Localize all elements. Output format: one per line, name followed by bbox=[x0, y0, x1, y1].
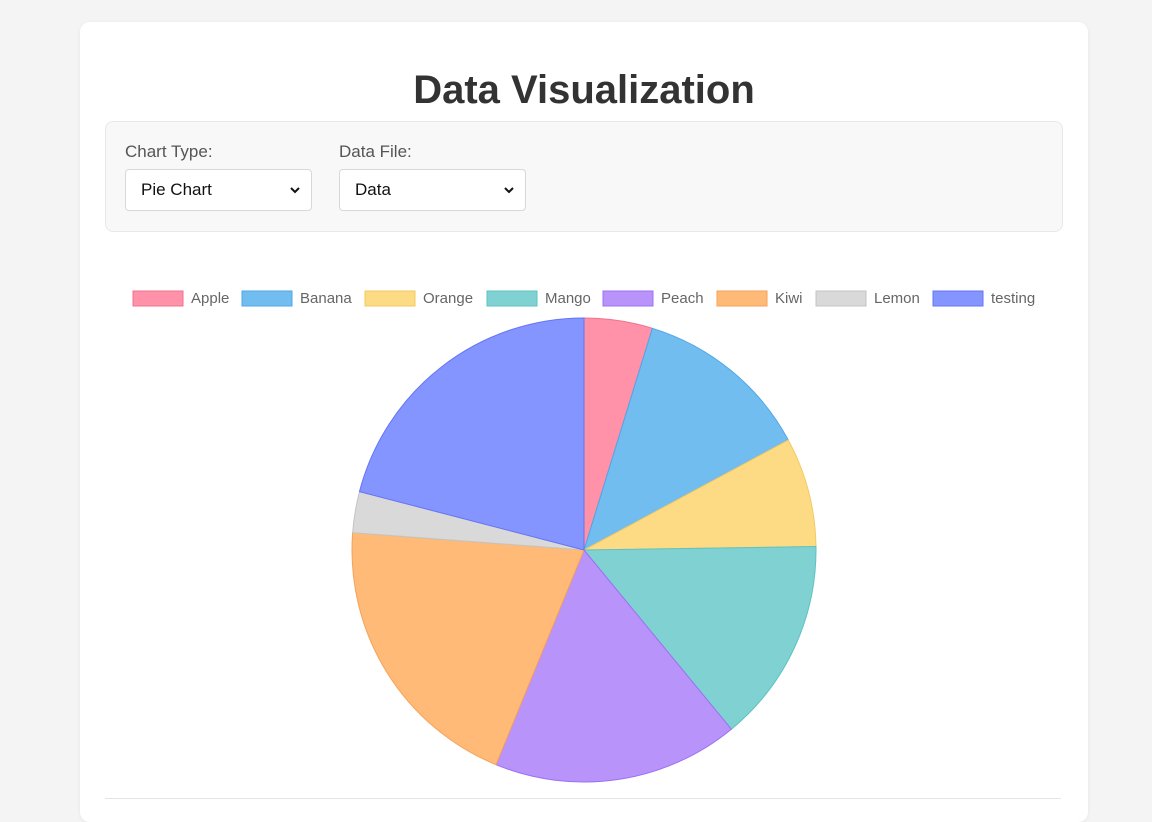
pie-chart: Apple Banana Orange Mango Peach Kiwi Lemon test… bbox=[132, 290, 1035, 783]
legend-label: Peach bbox=[661, 290, 704, 307]
controls-panel: Chart Type: Pie Chart Data File: Data bbox=[105, 121, 1063, 232]
legend-item-mango[interactable]: Mango bbox=[486, 290, 591, 307]
data-file-label: Data File: bbox=[339, 142, 412, 161]
legend-swatch bbox=[716, 290, 768, 307]
legend-item-testing[interactable]: testing bbox=[932, 290, 1035, 307]
legend-label: Mango bbox=[545, 290, 591, 307]
chevron-down-icon bbox=[290, 187, 300, 194]
divider bbox=[105, 798, 1061, 799]
legend-swatch bbox=[932, 290, 984, 307]
chevron-down-icon bbox=[504, 187, 514, 194]
legend-label: Lemon bbox=[874, 290, 920, 307]
legend-item-banana[interactable]: Banana bbox=[241, 290, 352, 307]
data-file-control: Data File: Data bbox=[339, 142, 526, 211]
data-file-select[interactable]: Data bbox=[339, 169, 526, 211]
legend-swatch bbox=[815, 290, 867, 307]
legend-label: Orange bbox=[423, 290, 473, 307]
legend-label: Banana bbox=[300, 290, 352, 307]
legend-swatch bbox=[364, 290, 416, 307]
data-file-value: Data bbox=[355, 180, 391, 199]
legend-item-kiwi[interactable]: Kiwi bbox=[716, 290, 803, 307]
chart-type-select[interactable]: Pie Chart bbox=[125, 169, 312, 211]
legend-swatch bbox=[602, 290, 654, 307]
legend-swatch bbox=[486, 290, 538, 307]
legend-label: testing bbox=[991, 290, 1035, 307]
page-title: Data Visualization bbox=[413, 68, 755, 112]
chart-type-control: Chart Type: Pie Chart bbox=[125, 142, 312, 211]
main-card: Data Visualization Chart Type: Pie Chart… bbox=[80, 22, 1088, 822]
pie-slices bbox=[351, 317, 817, 783]
legend-item-apple[interactable]: Apple bbox=[132, 290, 229, 307]
legend-swatch bbox=[132, 290, 184, 307]
legend-item-lemon[interactable]: Lemon bbox=[815, 290, 920, 307]
legend-label: Kiwi bbox=[775, 290, 803, 307]
chart-type-label: Chart Type: bbox=[125, 142, 213, 161]
legend-item-orange[interactable]: Orange bbox=[364, 290, 473, 307]
legend-swatch bbox=[241, 290, 293, 307]
chart-type-value: Pie Chart bbox=[141, 180, 212, 199]
legend-label: Apple bbox=[191, 290, 229, 307]
chart-area: Apple Banana Orange Mango Peach Kiwi Lemon test… bbox=[80, 254, 1088, 814]
legend-item-peach[interactable]: Peach bbox=[602, 290, 704, 307]
chart-legend: Apple Banana Orange Mango Peach Kiwi Lemon test… bbox=[132, 290, 1035, 307]
